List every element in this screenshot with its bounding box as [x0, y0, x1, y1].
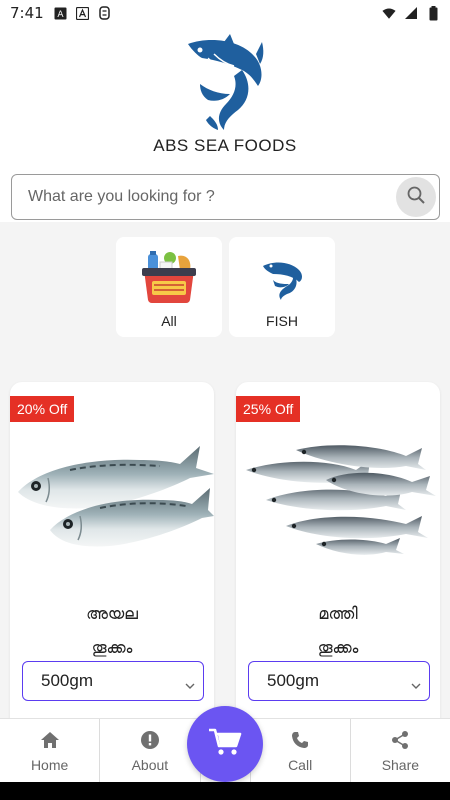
a-box-icon: A — [54, 6, 68, 20]
discount-badge: 25% Off — [236, 396, 301, 422]
fish-logo-icon — [180, 34, 270, 132]
product-name: മത്തി — [318, 604, 358, 623]
nav-label: Share — [381, 756, 420, 773]
app-header: ABS SEA FOODS — [0, 26, 450, 166]
mackerel-image — [10, 430, 214, 560]
brand-name: ABS SEA FOODS — [153, 136, 297, 155]
product-name: അയല — [86, 604, 138, 623]
nav-home[interactable]: Home — [0, 719, 101, 782]
home-icon — [40, 729, 60, 751]
info-icon — [140, 729, 160, 751]
category-label: FISH — [266, 313, 298, 329]
weight-label: തൂക്കം — [317, 638, 359, 657]
category-fish[interactable]: FISH — [229, 237, 335, 337]
discount-badge: 20% Off — [10, 396, 75, 422]
weight-value: 500gm — [41, 671, 93, 690]
share-icon — [390, 729, 410, 751]
grocery-basket-icon — [139, 247, 199, 307]
nav-label: Call — [288, 756, 313, 773]
system-nav-bar — [0, 782, 450, 800]
search-input[interactable] — [12, 175, 396, 219]
chevron-down-icon — [411, 675, 421, 695]
weight-value: 500gm — [267, 671, 319, 690]
weight-select[interactable]: 500gm — [22, 661, 204, 701]
signal-icon — [404, 6, 418, 20]
notification-icons: A — [54, 6, 112, 20]
wifi-icon — [382, 6, 396, 20]
weight-select[interactable]: 500gm — [248, 661, 430, 701]
content-area: All FISH 20% Off അയല തൂക്കം 500gm 25% Of… — [0, 222, 450, 718]
nav-about[interactable]: About — [100, 719, 201, 782]
category-label: All — [161, 313, 177, 329]
cart-button[interactable] — [187, 706, 263, 782]
cart-icon — [208, 727, 242, 762]
system-icons — [382, 5, 440, 20]
search-bar — [11, 174, 440, 220]
svg-text:A: A — [58, 10, 65, 20]
nav-call[interactable]: Call — [251, 719, 351, 782]
fish-icon — [252, 247, 312, 307]
nav-label: About — [131, 756, 169, 773]
product-card[interactable]: 25% Off മത്തി തൂക്കം 500gm — [236, 382, 440, 718]
weight-label: തൂക്കം — [91, 638, 133, 657]
search-icon — [406, 185, 426, 210]
nav-share[interactable]: Share — [351, 719, 450, 782]
keyboard-a-icon — [76, 6, 90, 20]
status-time: 7:41 — [10, 4, 44, 22]
category-list: All FISH — [116, 237, 335, 337]
chevron-down-icon — [185, 675, 195, 695]
battery-icon — [426, 5, 440, 20]
status-bar: 7:41 A — [0, 0, 450, 26]
product-card[interactable]: 20% Off അയല തൂക്കം 500gm — [10, 382, 214, 718]
nav-label: Home — [30, 756, 69, 773]
phone-icon — [291, 729, 309, 751]
category-all[interactable]: All — [116, 237, 222, 337]
usb-icon — [98, 6, 112, 20]
sardine-image — [236, 430, 440, 560]
search-button[interactable] — [396, 177, 436, 217]
